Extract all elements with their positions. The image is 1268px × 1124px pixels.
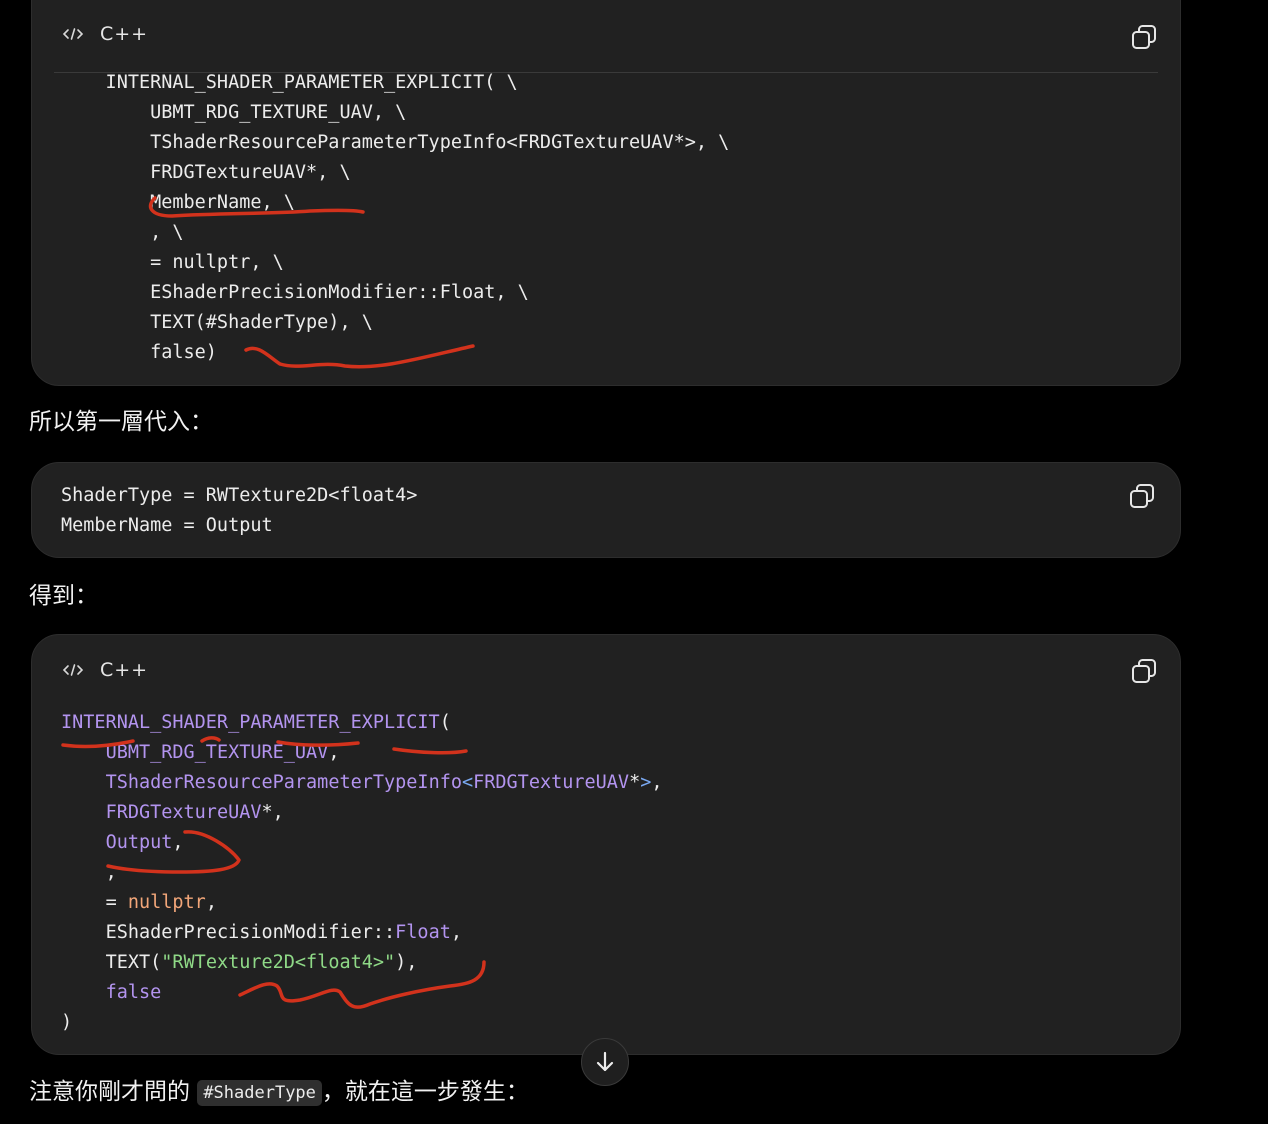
- punctuation: ,: [651, 772, 663, 793]
- punctuation: *,: [261, 802, 284, 823]
- code-block-3: C++ INTERNAL_SHADER_PARAMETER_EXPLICIT( …: [31, 634, 1181, 1055]
- identifier: Output: [105, 832, 173, 853]
- code-block-1: C++ INTERNAL_SHADER_PARAMETER_EXPLICIT( …: [31, 0, 1181, 386]
- identifier: UBMT_RDG_TEXTURE_UAV: [105, 742, 329, 763]
- code-line: Output,: [61, 828, 662, 858]
- code-line: TEXT("RWTexture2D<float4>"),: [61, 948, 662, 978]
- code-content: INTERNAL_SHADER_PARAMETER_EXPLICIT( UBMT…: [61, 708, 662, 1038]
- copy-icon[interactable]: [1128, 482, 1156, 510]
- code-content: INTERNAL_SHADER_PARAMETER_EXPLICIT( \ UB…: [61, 68, 730, 368]
- code-line: , \: [61, 222, 184, 243]
- inline-code: #ShaderType: [197, 1080, 322, 1106]
- code-line: INTERNAL_SHADER_PARAMETER_EXPLICIT( \: [61, 72, 518, 93]
- code-content: ShaderType = RWTexture2D<float4> MemberNa…: [61, 481, 417, 541]
- code-line: FRDGTextureUAV*,: [61, 798, 662, 828]
- code-line: ,: [61, 858, 662, 888]
- code-block-2: ShaderType = RWTexture2D<float4> MemberNa…: [31, 462, 1181, 558]
- code-block-header: C++: [62, 23, 148, 45]
- punctuation: ,: [172, 832, 184, 853]
- macro-name: INTERNAL_SHADER_PARAMETER_EXPLICIT: [61, 712, 440, 733]
- code-line: ShaderType = RWTexture2D<float4>: [61, 485, 418, 506]
- code-block-header: C++: [62, 659, 148, 681]
- copy-icon[interactable]: [1130, 657, 1158, 685]
- punctuation: ),: [395, 952, 418, 973]
- literal: nullptr: [127, 892, 206, 913]
- string-literal: "RWTexture2D<float4>": [161, 952, 396, 973]
- paragraph-note: 注意你剛才問的 #ShaderType ，就在這一步發生：: [29, 1072, 529, 1106]
- code-line: TShaderResourceParameterTypeInfo<FRDGTex…: [61, 768, 663, 798]
- punctuation: >: [640, 772, 652, 793]
- type-name: FRDGTextureUAV: [105, 802, 262, 823]
- literal: false: [105, 982, 162, 1003]
- code-line: = nullptr, \: [61, 252, 284, 273]
- code-icon: [62, 664, 84, 676]
- function-call: TEXT(: [105, 952, 162, 973]
- code-line: FRDGTextureUAV*, \: [61, 162, 351, 183]
- punctuation: ,: [205, 892, 217, 913]
- type-name: FRDGTextureUAV: [473, 772, 630, 793]
- punctuation: ,: [450, 922, 462, 943]
- code-language-label: C++: [100, 659, 149, 681]
- code-line: false): [61, 342, 217, 363]
- code-line: EShaderPrecisionModifier::Float, \: [61, 282, 529, 303]
- punctuation: *: [629, 772, 641, 793]
- code-line: TShaderResourceParameterTypeInfo<FRDGTex…: [61, 132, 730, 153]
- identifier: EShaderPrecisionModifier::: [105, 922, 396, 943]
- code-line: UBMT_RDG_TEXTURE_UAV, \: [61, 102, 407, 123]
- note-text-after: ，就在這一步發生：: [321, 1079, 529, 1105]
- code-line: TEXT(#ShaderType), \: [61, 312, 373, 333]
- scroll-to-bottom-button[interactable]: [581, 1038, 629, 1086]
- operator: =: [105, 892, 128, 913]
- code-line: ): [61, 1008, 662, 1038]
- code-line: MemberName, \: [61, 192, 295, 213]
- punctuation: (: [439, 712, 451, 733]
- identifier: Float: [395, 922, 451, 943]
- copy-icon[interactable]: [1130, 23, 1158, 51]
- code-line: = nullptr,: [61, 888, 662, 918]
- code-language-label: C++: [100, 23, 149, 45]
- punctuation: <: [461, 772, 474, 793]
- code-line: UBMT_RDG_TEXTURE_UAV,: [105, 742, 340, 763]
- paragraph-substitution-intro: 所以第一層代入：: [29, 409, 213, 435]
- code-line: EShaderPrecisionModifier::Float,: [61, 918, 662, 948]
- type-name: TShaderResourceParameterTypeInfo: [105, 772, 462, 793]
- punctuation: ,: [105, 862, 117, 883]
- code-line: false: [61, 978, 662, 1008]
- code-icon: [62, 28, 84, 40]
- note-text-before: 注意你剛才問的: [29, 1079, 198, 1105]
- code-line: MemberName = Output: [61, 515, 273, 536]
- code-line: INTERNAL_SHADER_PARAMETER_EXPLICIT(: [61, 708, 662, 738]
- arrow-down-icon: [596, 1051, 614, 1072]
- punctuation: ): [61, 1012, 73, 1033]
- paragraph-result-intro: 得到：: [29, 583, 98, 609]
